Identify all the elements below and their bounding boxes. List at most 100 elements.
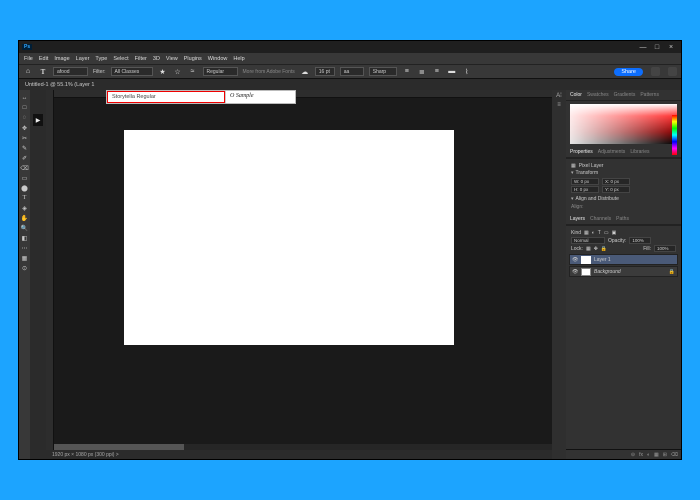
antialias-select[interactable]: aa [340, 67, 364, 76]
paragraph-panel-icon[interactable]: ≡ [557, 102, 561, 108]
lock-pixels-icon[interactable]: ▦ [586, 246, 591, 252]
menu-window[interactable]: Window [208, 56, 228, 62]
filter-shape-icon[interactable]: ▭ [604, 230, 609, 236]
font-picker-dropdown[interactable]: Storytella Regular O Sample [106, 90, 296, 104]
eyedropper-tool-icon[interactable]: ✎ [21, 144, 29, 152]
hue-slider[interactable] [672, 115, 677, 155]
lasso-tool-icon[interactable]: ◌ [21, 114, 29, 122]
more-tools-icon[interactable]: ⋯ [21, 244, 29, 252]
screenmode-tool-icon[interactable]: ⊙ [21, 264, 29, 272]
menu-3d[interactable]: 3D [153, 56, 160, 62]
star-icon[interactable]: ★ [158, 67, 168, 77]
filter-smart-icon[interactable]: ▣ [612, 230, 617, 236]
visibility-toggle-icon[interactable]: 👁 [572, 257, 578, 263]
menu-image[interactable]: Image [54, 56, 69, 62]
link-layers-icon[interactable]: ⊝ [631, 452, 635, 458]
move-tool-icon[interactable]: ↔ [21, 94, 29, 102]
layer-row[interactable]: 👁 Layer 1 [569, 254, 678, 265]
filter-pixel-icon[interactable]: ▦ [584, 230, 589, 236]
menu-edit[interactable]: Edit [39, 56, 48, 62]
transform-h-field[interactable]: H: 0 px [571, 186, 599, 193]
filter-adjust-icon[interactable]: ◐ [592, 230, 595, 236]
transform-x-field[interactable]: X: 0 px [602, 178, 630, 185]
crop-tool-icon[interactable]: ✂ [21, 134, 29, 142]
play-action-icon[interactable]: ▶ [33, 114, 43, 126]
transform-y-field[interactable]: Y: 0 px [602, 186, 630, 193]
eraser-tool-icon[interactable]: ⌫ [21, 164, 29, 172]
font-style-select[interactable]: Regular [203, 67, 238, 76]
zoom-tool-icon[interactable]: 🔍 [21, 224, 29, 232]
fill-field[interactable]: 100% [654, 245, 676, 252]
layer-name[interactable]: Background [594, 269, 621, 275]
shape-tool-icon[interactable]: ▭ [21, 174, 29, 182]
filter-type-icon[interactable]: T [598, 230, 601, 236]
wand-tool-icon[interactable]: ✥ [21, 124, 29, 132]
tab-adjustments[interactable]: Adjustments [598, 149, 626, 155]
search-icon[interactable] [651, 67, 660, 76]
tab-patterns[interactable]: Patterns [640, 92, 659, 98]
layer-kind-filter[interactable]: Kind [571, 230, 581, 236]
transform-section-header[interactable]: Transform [571, 170, 676, 176]
window-maximize-button[interactable]: □ [650, 44, 664, 51]
tab-gradients[interactable]: Gradients [614, 92, 636, 98]
ellipse-tool-icon[interactable]: ⬤ [21, 184, 29, 192]
tab-swatches[interactable]: Swatches [587, 92, 609, 98]
menu-layer[interactable]: Layer [76, 56, 90, 62]
visibility-toggle-icon[interactable]: 👁 [572, 269, 578, 275]
tab-color[interactable]: Color [570, 92, 582, 98]
layer-fx-icon[interactable]: fx [639, 452, 643, 458]
align-section-header[interactable]: Align and Distribute [571, 196, 676, 202]
transform-w-field[interactable]: W: 0 px [571, 178, 599, 185]
character-panel-icon[interactable]: A⁞ [556, 93, 562, 99]
align-left-icon[interactable]: ≡ [402, 67, 412, 77]
sharp-select[interactable]: Sharp [369, 67, 397, 76]
document-tab[interactable]: Untitled-1 @ 55.1% (Layer 1 [19, 78, 681, 90]
menu-plugins[interactable]: Plugins [184, 56, 202, 62]
brush-tool-icon[interactable]: ✐ [21, 154, 29, 162]
menu-filter[interactable]: Filter [135, 56, 147, 62]
document-canvas[interactable] [124, 130, 454, 345]
font-family-select[interactable]: afood [53, 67, 88, 76]
hand-tool-icon[interactable]: ✋ [21, 214, 29, 222]
align-right-icon[interactable]: ≡ [432, 67, 442, 77]
swatch-fg-bg-icon[interactable]: ◧ [21, 234, 29, 242]
type-tool-icon[interactable]: T [38, 67, 48, 77]
layer-thumbnail[interactable] [581, 256, 591, 264]
opacity-field[interactable]: 100% [629, 237, 651, 244]
lock-position-icon[interactable]: ✥ [594, 246, 598, 252]
marquee-tool-icon[interactable]: □ [21, 104, 29, 112]
favorite-icon[interactable]: ☆ [173, 67, 183, 77]
pen-tool-icon[interactable]: ◈ [21, 204, 29, 212]
delete-layer-icon[interactable]: ⌫ [671, 452, 678, 458]
layer-thumbnail[interactable] [581, 268, 591, 276]
window-close-button[interactable]: × [664, 44, 678, 51]
warp-text-icon[interactable]: ⌇ [462, 67, 472, 77]
font-size-field[interactable]: 16 pt [315, 67, 335, 76]
quickmask-tool-icon[interactable]: ▦ [21, 254, 29, 262]
window-minimize-button[interactable]: — [636, 44, 650, 51]
adobe-fonts-link[interactable]: More from Adobe Fonts [243, 69, 295, 75]
tab-layers[interactable]: Layers [570, 216, 585, 222]
type-tool-icon[interactable]: T [21, 194, 29, 202]
similar-icon[interactable]: ≈ [188, 67, 198, 77]
lock-all-icon[interactable]: 🔒 [601, 246, 607, 252]
new-layer-icon[interactable]: ⊞ [663, 452, 667, 458]
tab-channels[interactable]: Channels [590, 216, 611, 222]
color-picker[interactable] [570, 104, 677, 144]
new-adjustment-icon[interactable]: ▦ [654, 452, 659, 458]
font-filter-select[interactable]: All Classes [111, 67, 153, 76]
menu-view[interactable]: View [166, 56, 178, 62]
font-picker-item-highlighted[interactable]: Storytella Regular [107, 91, 225, 103]
cloud-icon[interactable]: ☁ [300, 67, 310, 77]
menu-file[interactable]: File [24, 56, 33, 62]
align-center-icon[interactable]: ≣ [417, 67, 427, 77]
tab-libraries[interactable]: Libraries [630, 149, 649, 155]
tab-properties[interactable]: Properties [570, 149, 593, 155]
menu-select[interactable]: Select [113, 56, 128, 62]
menu-type[interactable]: Type [95, 56, 107, 62]
home-icon[interactable]: ⌂ [23, 67, 33, 77]
layer-row[interactable]: 👁 Background 🔒 [569, 266, 678, 277]
layer-name[interactable]: Layer 1 [594, 257, 611, 263]
blend-mode-select[interactable]: Normal [571, 237, 605, 244]
text-color-icon[interactable]: ▬ [447, 67, 457, 77]
